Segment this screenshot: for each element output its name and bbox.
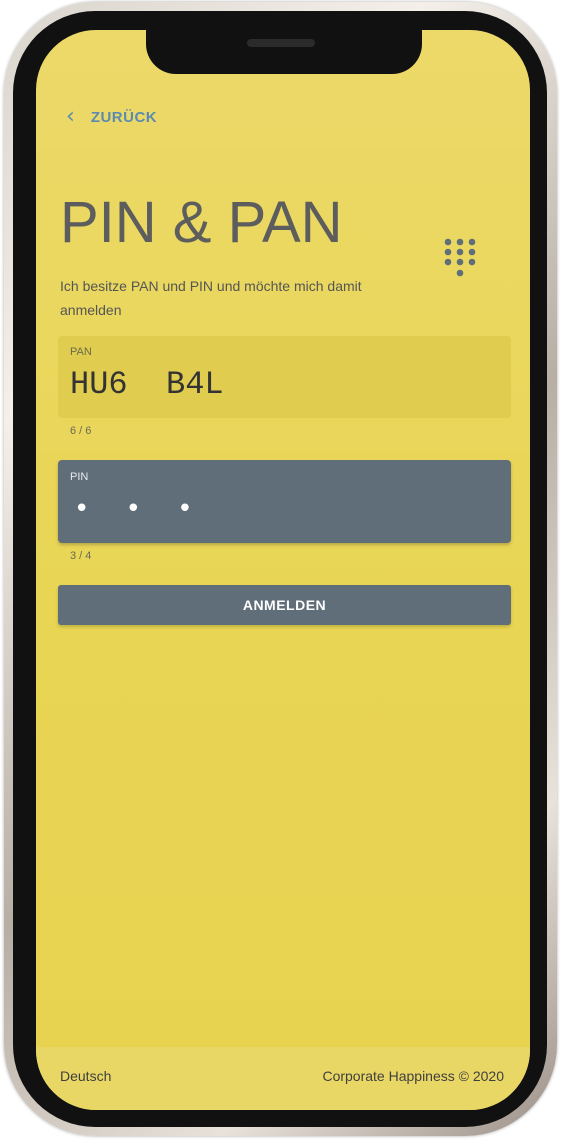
page-title: PIN & PAN (60, 190, 343, 255)
pan-value[interactable]: HU6 B4L (70, 366, 224, 403)
pin-char-counter: 3 / 4 (70, 550, 92, 562)
pin-field-label: PIN (70, 471, 89, 483)
phone-speaker (247, 39, 315, 47)
login-button[interactable]: ANMELDEN (58, 585, 511, 625)
language-selector[interactable]: Deutsch (60, 1068, 111, 1084)
pin-field[interactable]: PIN • • • (58, 460, 511, 543)
back-button[interactable]: ‹ ZURÜCK (66, 106, 157, 128)
chevron-left-icon: ‹ (66, 104, 75, 129)
pan-char-counter: 6 / 6 (70, 425, 92, 437)
pan-field-label: PAN (70, 346, 92, 358)
pan-field[interactable]: PAN HU6 B4L (58, 336, 511, 418)
footer-copyright: Corporate Happiness © 2020 (322, 1068, 504, 1084)
page-subtitle: Ich besitze PAN und PIN und möchte mich … (60, 278, 362, 318)
back-label: ZURÜCK (90, 108, 158, 126)
pin-value[interactable]: • • • (74, 494, 207, 524)
dialpad-icon (444, 238, 476, 277)
footer: Deutsch Corporate Happiness © 2020 (36, 1047, 530, 1110)
phone-notch (146, 28, 422, 74)
app-screen: ‹ ZURÜCK PIN & PAN Ich besitze PAN und P… (36, 30, 530, 1110)
